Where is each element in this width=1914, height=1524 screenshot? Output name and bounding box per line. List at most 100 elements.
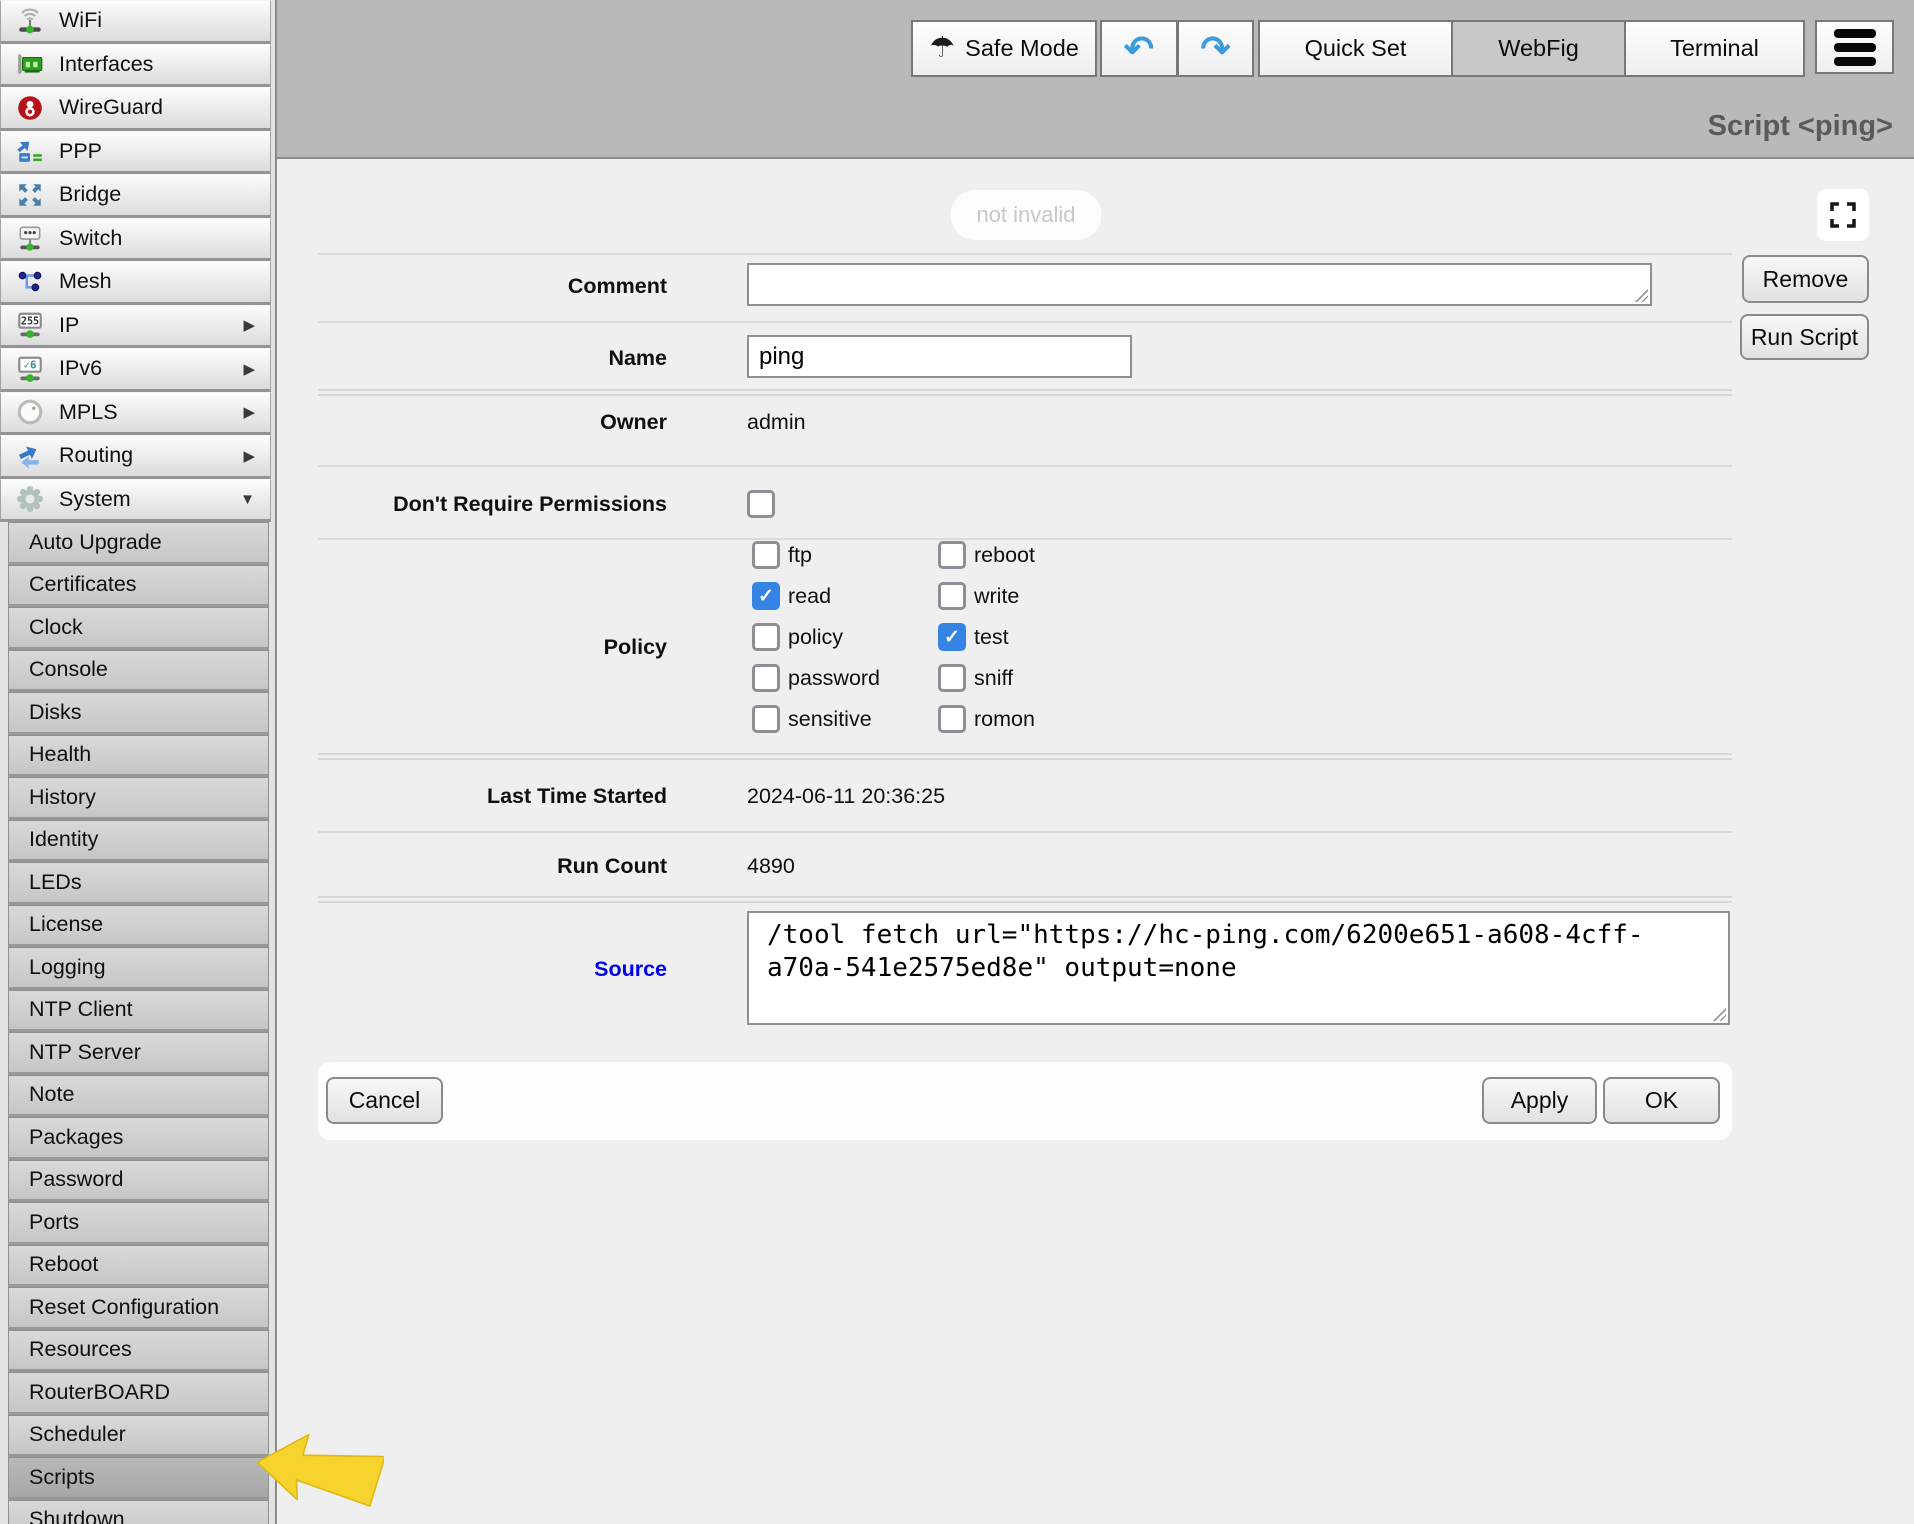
checkbox-checked-icon[interactable]: ✓ (938, 623, 966, 651)
sidebar-item-ports[interactable]: Ports (8, 1202, 269, 1245)
sidebar-item-ppp[interactable]: PPP (0, 131, 271, 175)
sidebar-item-certificates[interactable]: Certificates (8, 565, 269, 608)
policy-option-sniff[interactable]: sniff (938, 664, 1198, 692)
name-field[interactable] (747, 335, 1132, 378)
run-script-button[interactable]: Run Script (1740, 314, 1869, 360)
apply-button[interactable]: Apply (1482, 1077, 1597, 1124)
sidebar-item-mesh[interactable]: Mesh (0, 261, 271, 305)
sidebar-item-console[interactable]: Console (8, 650, 269, 693)
policy-option-ftp[interactable]: ftp (752, 541, 938, 569)
sidebar-item-ipv6[interactable]: ✓6IPv6▶ (0, 348, 271, 392)
divider (318, 896, 1732, 903)
comment-label: Comment (318, 272, 667, 300)
bridge-icon (13, 178, 47, 212)
fullscreen-button[interactable] (1817, 189, 1869, 241)
chevron-right-icon: ▶ (243, 403, 255, 421)
sidebar-item-resources[interactable]: Resources (8, 1330, 269, 1373)
sidebar-item-ip[interactable]: 255IP▶ (0, 305, 271, 349)
tab-webfig[interactable]: WebFig (1451, 20, 1626, 77)
sidebar-item-interfaces[interactable]: Interfaces (0, 44, 271, 88)
cancel-button[interactable]: Cancel (326, 1077, 443, 1124)
fullscreen-icon (1828, 200, 1858, 230)
sidebar-item-routing[interactable]: Routing▶ (0, 435, 271, 479)
source-field-wrap: /tool fetch url="https://hc-ping.com/620… (747, 911, 1730, 1025)
sidebar-item-ntp-client[interactable]: NTP Client (8, 990, 269, 1033)
policy-option-read[interactable]: ✓read (752, 582, 938, 610)
sidebar-system-items: Auto UpgradeCertificatesClockConsoleDisk… (0, 522, 275, 1524)
owner-value: admin (747, 408, 806, 436)
sidebar-item-ntp-server[interactable]: NTP Server (8, 1032, 269, 1075)
sidebar-item-scheduler[interactable]: Scheduler (8, 1415, 269, 1458)
policy-option-policy[interactable]: policy (752, 623, 938, 651)
source-field[interactable]: /tool fetch url="https://hc-ping.com/620… (747, 911, 1730, 1025)
sidebar-item-mpls[interactable]: MPLS▶ (0, 392, 271, 436)
sidebar-item-bridge[interactable]: Bridge (0, 174, 271, 218)
sidebar-item-clock[interactable]: Clock (8, 607, 269, 650)
ppp-icon (13, 134, 47, 168)
ok-button[interactable]: OK (1603, 1077, 1720, 1124)
sidebar-item-wifi[interactable]: WiFi (0, 0, 271, 44)
safe-mode-button[interactable]: ☂ Safe Mode (911, 20, 1097, 77)
sidebar-item-history[interactable]: History (8, 777, 269, 820)
chevron-right-icon: ▶ (243, 447, 255, 465)
policy-option-password[interactable]: password (752, 664, 938, 692)
sidebar-item-logging[interactable]: Logging (8, 947, 269, 990)
chevron-right-icon: ▶ (243, 360, 255, 378)
checkbox-icon[interactable] (752, 541, 780, 569)
tab-terminal[interactable]: Terminal (1624, 20, 1805, 77)
checkbox-icon[interactable] (938, 582, 966, 610)
policy-option-sensitive[interactable]: sensitive (752, 705, 938, 733)
checkbox-icon[interactable] (938, 541, 966, 569)
owner-label: Owner (318, 408, 667, 436)
sidebar-item-scripts[interactable]: Scripts (8, 1457, 269, 1500)
sidebar-item-reset-configuration[interactable]: Reset Configuration (8, 1287, 269, 1330)
policy-option-reboot[interactable]: reboot (938, 541, 1198, 569)
run-count-label: Run Count (318, 852, 667, 880)
sidebar-item-license[interactable]: License (8, 905, 269, 948)
sidebar-top-items: WiFiInterfacesWireGuardPPPBridgeSwitchMe… (0, 0, 275, 522)
tab-quick-set[interactable]: Quick Set (1258, 20, 1453, 77)
redo-button[interactable]: ↷ (1177, 20, 1254, 77)
sidebar-item-system[interactable]: System▼ (0, 479, 271, 523)
checkbox-icon[interactable] (752, 664, 780, 692)
checkbox-checked-icon[interactable]: ✓ (752, 582, 780, 610)
switch-icon (13, 221, 47, 255)
divider (318, 465, 1732, 467)
hamburger-icon (1834, 29, 1876, 66)
sidebar-item-routerboard[interactable]: RouterBOARD (8, 1372, 269, 1415)
ipv6-icon: ✓6 (13, 352, 47, 386)
policy-option-romon[interactable]: romon (938, 705, 1198, 733)
mesh-icon (13, 265, 47, 299)
remove-button[interactable]: Remove (1742, 255, 1869, 303)
redo-icon: ↷ (1200, 31, 1230, 67)
sidebar-item-shutdown[interactable]: Shutdown (8, 1500, 269, 1524)
sidebar-item-identity[interactable]: Identity (8, 820, 269, 863)
svg-text:✓6: ✓6 (24, 358, 37, 371)
divider (318, 831, 1732, 833)
policy-option-test[interactable]: ✓test (938, 623, 1198, 651)
wireguard-icon (13, 91, 47, 125)
sidebar-item-packages[interactable]: Packages (8, 1117, 269, 1160)
sidebar-item-reboot[interactable]: Reboot (8, 1245, 269, 1288)
wifi-icon (13, 4, 47, 38)
checkbox-icon[interactable] (938, 705, 966, 733)
sidebar-item-password[interactable]: Password (8, 1160, 269, 1203)
sidebar-item-health[interactable]: Health (8, 735, 269, 778)
dont-require-permissions-checkbox[interactable] (747, 490, 775, 518)
undo-button[interactable]: ↶ (1100, 20, 1178, 77)
sidebar-item-switch[interactable]: Switch (0, 218, 271, 262)
checkbox-icon[interactable] (752, 623, 780, 651)
sidebar-item-disks[interactable]: Disks (8, 692, 269, 735)
sidebar-item-note[interactable]: Note (8, 1075, 269, 1118)
sidebar-item-leds[interactable]: LEDs (8, 862, 269, 905)
sidebar-item-wireguard[interactable]: WireGuard (0, 87, 271, 131)
chevron-down-icon: ▼ (240, 491, 255, 508)
sidebar: WiFiInterfacesWireGuardPPPBridgeSwitchMe… (0, 0, 277, 1524)
checkbox-icon[interactable] (752, 705, 780, 733)
sidebar-item-auto-upgrade[interactable]: Auto Upgrade (8, 522, 269, 565)
menu-button[interactable] (1815, 20, 1894, 74)
comment-field[interactable] (747, 263, 1652, 306)
policy-label: Policy (318, 633, 667, 661)
checkbox-icon[interactable] (938, 664, 966, 692)
policy-option-write[interactable]: write (938, 582, 1198, 610)
